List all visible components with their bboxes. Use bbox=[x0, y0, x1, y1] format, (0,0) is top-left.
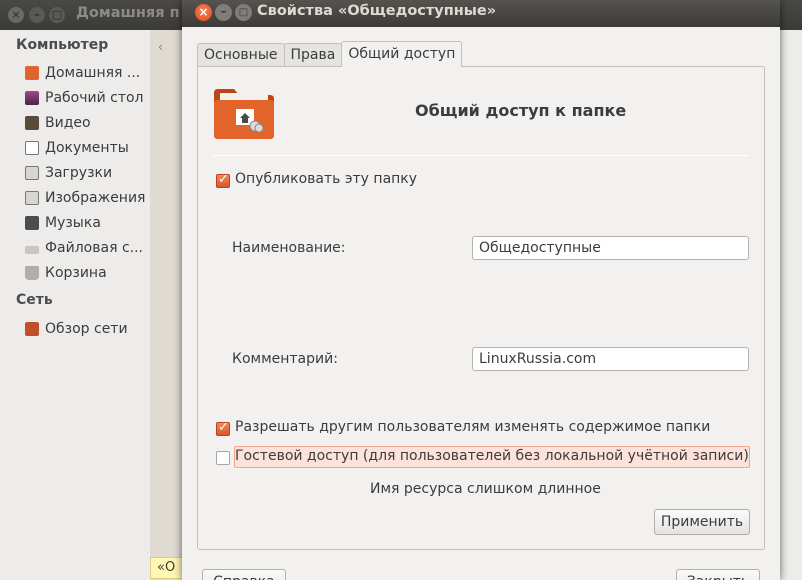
sidebar-item-browse-network[interactable]: Обзор сети bbox=[25, 318, 128, 340]
trash-icon bbox=[25, 266, 39, 280]
documents-icon bbox=[25, 141, 39, 155]
close-button[interactable]: Закрыть bbox=[676, 569, 760, 580]
maximize-icon[interactable]: □ bbox=[235, 4, 252, 21]
sidebar-header-network: Сеть bbox=[16, 292, 53, 308]
music-icon bbox=[25, 216, 39, 230]
downloads-icon bbox=[25, 166, 39, 180]
sidebar-item-documents[interactable]: Документы bbox=[25, 137, 129, 159]
file-view-edge bbox=[780, 30, 802, 580]
back-button[interactable]: ‹ bbox=[158, 40, 163, 54]
share-name-input[interactable] bbox=[472, 236, 749, 260]
network-icon bbox=[25, 322, 39, 336]
maximize-icon[interactable]: □ bbox=[49, 7, 65, 23]
tab-basic[interactable]: Основные bbox=[197, 43, 285, 67]
comment-input[interactable] bbox=[472, 347, 749, 371]
guest-access-label: Гостевой доступ (для пользователей без л… bbox=[235, 448, 749, 464]
places-sidebar: Компьютер Домашняя ... Рабочий стол Виде… bbox=[0, 30, 150, 580]
separator bbox=[213, 155, 749, 156]
close-icon[interactable]: × bbox=[195, 4, 212, 21]
sidebar-header-computer: Компьютер bbox=[16, 37, 109, 53]
filesystem-icon bbox=[25, 246, 39, 254]
help-button[interactable]: Справка bbox=[202, 569, 286, 580]
sidebar-item-filesystem[interactable]: Файловая с... bbox=[25, 237, 143, 259]
sidebar-item-pictures[interactable]: Изображения bbox=[25, 187, 145, 209]
page-title: Общий доступ к папке bbox=[415, 101, 627, 120]
background-window-title: Домашняя п bbox=[76, 5, 180, 21]
sidebar-item-video[interactable]: Видео bbox=[25, 112, 91, 134]
sidebar-item-home[interactable]: Домашняя ... bbox=[25, 62, 140, 84]
tab-bar: Основные Права Общий доступ bbox=[197, 41, 463, 67]
tab-permissions[interactable]: Права bbox=[283, 43, 343, 67]
minimize-icon[interactable]: – bbox=[29, 7, 45, 23]
sidebar-item-trash[interactable]: Корзина bbox=[25, 262, 107, 284]
comment-label: Комментарий: bbox=[232, 351, 338, 367]
share-name-label: Наименование: bbox=[232, 240, 346, 256]
dialog-titlebar: × – □ Свойства «Общедоступные» bbox=[182, 0, 780, 27]
allow-modify-label: Разрешать другим пользователям изменять … bbox=[235, 419, 711, 435]
minimize-icon[interactable]: – bbox=[215, 4, 232, 21]
sidebar-item-desktop[interactable]: Рабочий стол bbox=[25, 87, 144, 109]
sidebar-item-downloads[interactable]: Загрузки bbox=[25, 162, 112, 184]
apply-button[interactable]: Применить bbox=[654, 509, 750, 535]
video-icon bbox=[25, 116, 39, 130]
pictures-icon bbox=[25, 191, 39, 205]
home-folder-icon bbox=[25, 66, 39, 80]
desktop-icon bbox=[25, 91, 39, 105]
sharing-tab-panel bbox=[197, 66, 765, 550]
shared-folder-icon bbox=[214, 89, 274, 139]
guest-access-checkbox[interactable] bbox=[216, 451, 230, 465]
sidebar-item-music[interactable]: Музыка bbox=[25, 212, 101, 234]
publish-label: Опубликовать эту папку bbox=[235, 171, 418, 187]
dialog-title: Свойства «Общедоступные» bbox=[257, 3, 497, 19]
allow-modify-checkbox[interactable] bbox=[216, 420, 230, 436]
publish-checkbox[interactable] bbox=[216, 172, 230, 188]
close-icon[interactable]: × bbox=[8, 7, 24, 23]
status-bar: «О bbox=[150, 557, 184, 579]
properties-dialog: × – □ Свойства «Общедоступные» Основные … bbox=[182, 0, 780, 580]
error-message: Имя ресурса слишком длинное bbox=[370, 481, 601, 497]
tab-sharing[interactable]: Общий доступ bbox=[341, 41, 463, 67]
